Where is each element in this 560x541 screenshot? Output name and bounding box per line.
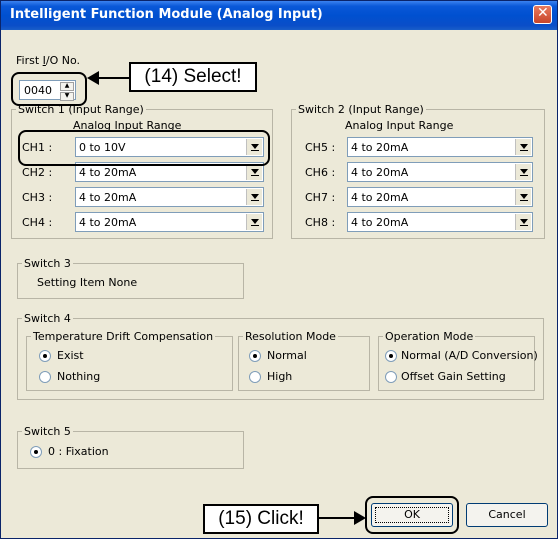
first-io-label: First I/O No. (16, 54, 81, 67)
fixation-radio[interactable] (30, 446, 42, 458)
ch3-label: CH3 : (22, 191, 53, 204)
operation-normal-label: Normal (A/D Conversion) (401, 349, 538, 362)
ch6-value: 4 to 20mA (351, 166, 409, 179)
ch5-label: CH5 : (305, 141, 336, 154)
switch3-text: Setting Item None (37, 276, 138, 289)
ch8-select[interactable]: 4 to 20mA (347, 212, 533, 232)
chevron-down-icon[interactable] (515, 164, 531, 180)
close-icon: ✕ (537, 5, 549, 21)
ch8-value: 4 to 20mA (351, 216, 409, 229)
ok-highlight (365, 496, 459, 534)
operation-group: Operation Mode Normal (A/D Conversion) O… (378, 330, 538, 391)
resolution-high-radio[interactable] (249, 371, 261, 383)
resolution-normal-radio[interactable] (249, 350, 261, 362)
operation-offset-label: Offset Gain Setting (401, 370, 506, 383)
ch5-select[interactable]: 4 to 20mA (347, 137, 533, 157)
chevron-down-icon[interactable] (246, 189, 262, 205)
chevron-down-icon[interactable] (246, 164, 262, 180)
chevron-down-icon[interactable] (515, 139, 531, 155)
temp-exist-label: Exist (57, 349, 84, 362)
ch4-value: 4 to 20mA (79, 216, 137, 229)
resolution-high-label: High (267, 370, 293, 383)
switch3-group: Switch 3 Setting Item None (17, 257, 244, 299)
ch7-label: CH7 : (305, 191, 336, 204)
operation-title: Operation Mode (383, 330, 476, 343)
ch2-label: CH2 : (22, 166, 53, 179)
switch2-header: Analog Input Range (345, 119, 454, 132)
close-button[interactable]: ✕ (533, 5, 552, 24)
dialog-window: Intelligent Function Module (Analog Inpu… (0, 0, 558, 539)
ch4-label: CH4 : (22, 216, 53, 229)
switch3-title: Switch 3 (22, 257, 73, 270)
select-callout: (14) Select! (129, 62, 257, 92)
ch6-label: CH6 : (305, 166, 336, 179)
chevron-down-icon[interactable] (515, 189, 531, 205)
temp-exist-radio[interactable] (39, 350, 51, 362)
cancel-button[interactable]: Cancel (466, 503, 548, 527)
ch6-select[interactable]: 4 to 20mA (347, 162, 533, 182)
temp-drift-title: Temperature Drift Compensation (31, 330, 216, 343)
switch1-group: Switch 1 (Input Range) Analog Input Rang… (11, 103, 273, 239)
title-bar: Intelligent Function Module (Analog Inpu… (1, 1, 557, 30)
ch1-highlight (18, 130, 270, 166)
switch4-title: Switch 4 (22, 312, 73, 325)
chevron-down-icon[interactable] (246, 214, 262, 230)
window-title: Intelligent Function Module (Analog Inpu… (10, 7, 323, 22)
click-callout: (15) Click! (203, 504, 319, 534)
switch5-title: Switch 5 (22, 425, 73, 438)
switch2-title: Switch 2 (Input Range) (296, 103, 426, 116)
ch5-value: 4 to 20mA (351, 141, 409, 154)
temp-nothing-radio[interactable] (39, 371, 51, 383)
ch8-label: CH8 : (305, 216, 336, 229)
resolution-group: Resolution Mode Normal High (238, 330, 370, 391)
ch2-value: 4 to 20mA (79, 166, 137, 179)
temp-drift-group: Temperature Drift Compensation Exist Not… (26, 330, 233, 391)
ch4-select[interactable]: 4 to 20mA (75, 212, 264, 232)
first-io-highlight (11, 72, 87, 106)
ch3-value: 4 to 20mA (79, 191, 137, 204)
temp-nothing-label: Nothing (57, 370, 101, 383)
switch2-group: Switch 2 (Input Range) Analog Input Rang… (291, 103, 545, 239)
fixation-label: 0 : Fixation (48, 445, 109, 458)
chevron-down-icon[interactable] (515, 214, 531, 230)
operation-offset-radio[interactable] (385, 371, 397, 383)
ch7-select[interactable]: 4 to 20mA (347, 187, 533, 207)
switch5-group: Switch 5 0 : Fixation (17, 425, 244, 469)
select-arrow-icon (87, 71, 129, 85)
click-arrow-icon (319, 511, 366, 525)
ch7-value: 4 to 20mA (351, 191, 409, 204)
resolution-title: Resolution Mode (243, 330, 338, 343)
ch3-select[interactable]: 4 to 20mA (75, 187, 264, 207)
resolution-normal-label: Normal (267, 349, 307, 362)
operation-normal-radio[interactable] (385, 350, 397, 362)
switch4-group: Switch 4 Temperature Drift Compensation … (17, 312, 544, 400)
